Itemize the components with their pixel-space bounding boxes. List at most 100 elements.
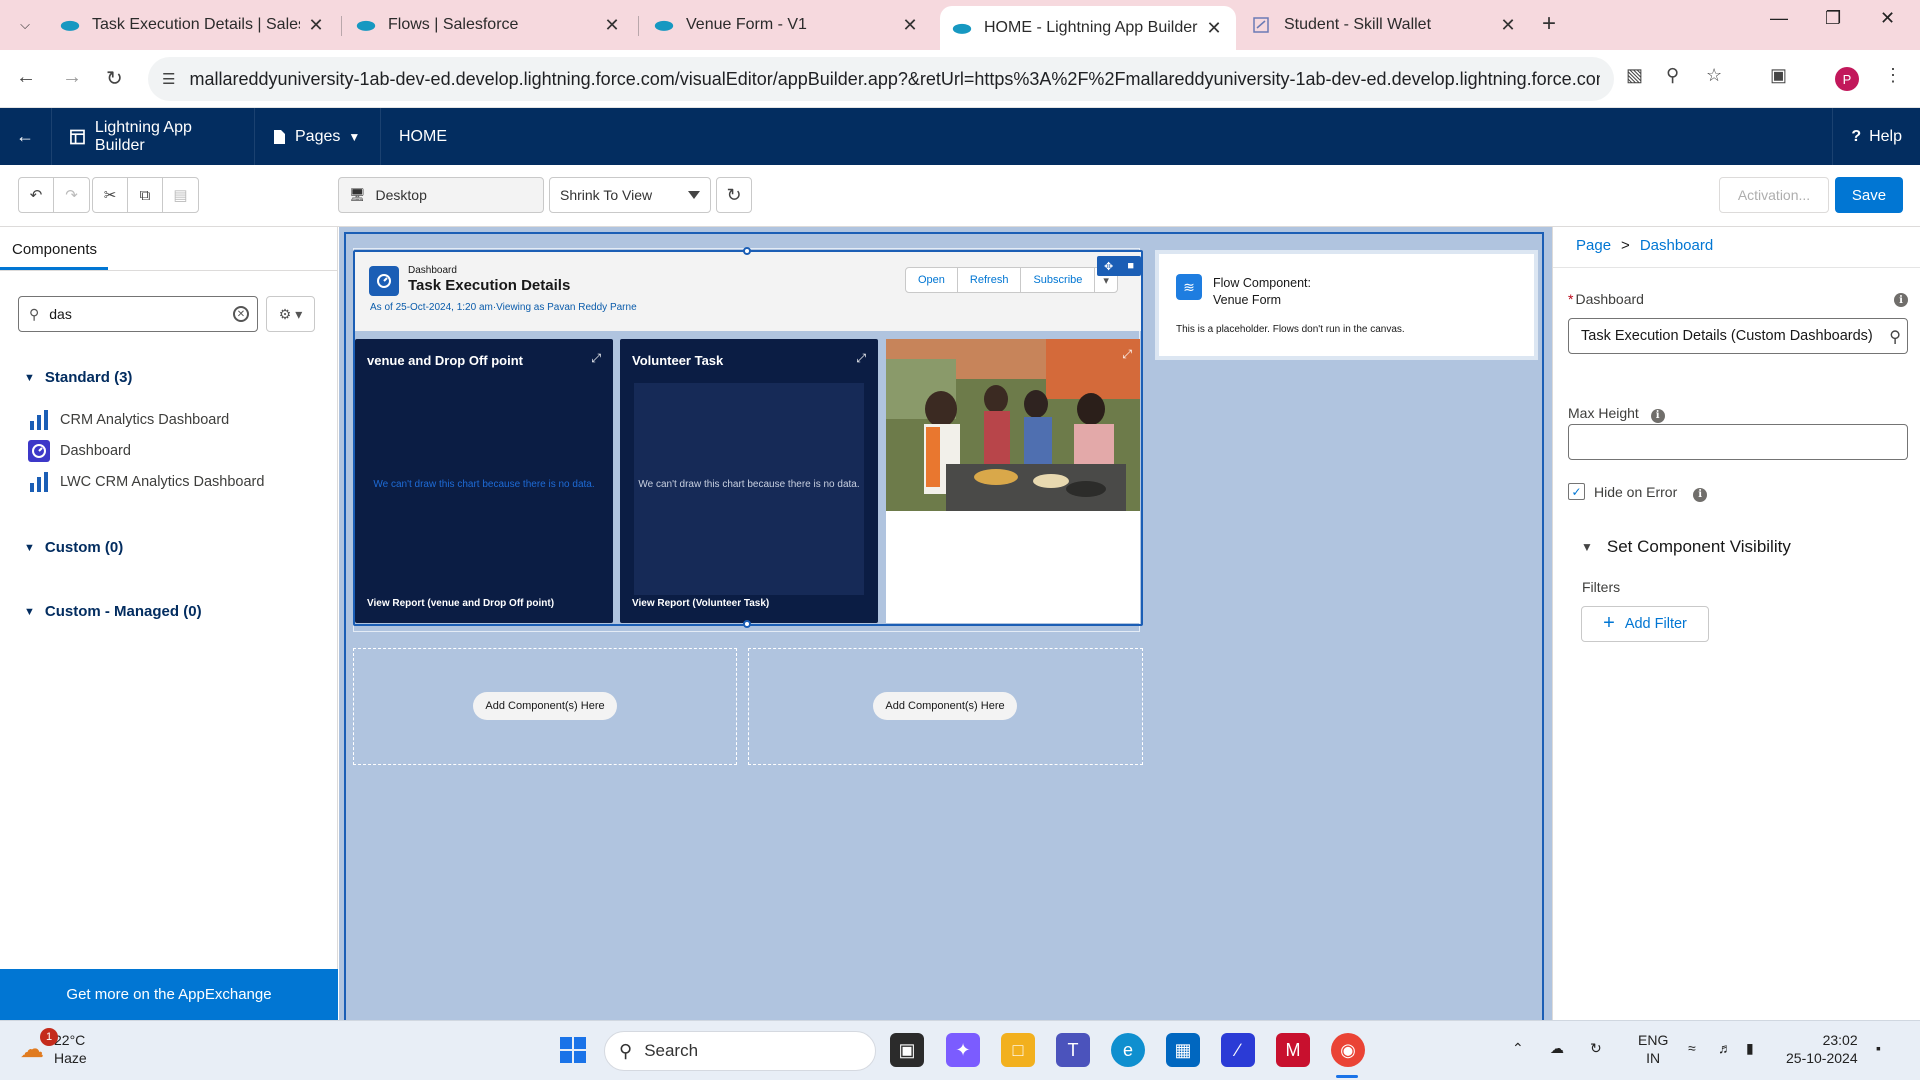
- close-icon[interactable]: ✕: [900, 15, 920, 36]
- section-standard[interactable]: ▼ Standard (3): [24, 369, 132, 386]
- redo-icon[interactable]: ↷: [54, 178, 89, 212]
- zoom-icon[interactable]: ⚲: [1666, 65, 1679, 86]
- close-icon[interactable]: ✕: [306, 15, 326, 36]
- undo-icon[interactable]: ↶: [19, 178, 54, 212]
- help-button[interactable]: ? Help: [1832, 108, 1920, 165]
- component-crm-analytics-dashboard[interactable]: CRM Analytics Dashboard: [28, 409, 229, 431]
- pages-menu[interactable]: Pages ▼: [255, 108, 381, 165]
- copy-icon[interactable]: ⧉: [128, 178, 163, 212]
- dashboard-field-label: * Dashboard: [1568, 291, 1644, 307]
- onedrive-icon[interactable]: ☁: [1550, 1039, 1564, 1057]
- task-view-icon[interactable]: ▣: [890, 1033, 924, 1067]
- new-tab-button[interactable]: +: [1542, 10, 1556, 38]
- flow-component[interactable]: ≋ Flow Component: Venue Form This is a p…: [1155, 250, 1538, 360]
- extensions-icon[interactable]: ▣: [1770, 65, 1787, 86]
- vpn-app-icon[interactable]: ∕: [1221, 1033, 1255, 1067]
- volume-icon[interactable]: ♬: [1718, 1039, 1732, 1057]
- component-visibility-toggle[interactable]: ▼ Set Component Visibility: [1581, 537, 1791, 557]
- section-custom-managed[interactable]: ▼ Custom - Managed (0): [24, 603, 202, 620]
- max-height-input[interactable]: [1568, 424, 1908, 460]
- resize-handle[interactable]: [743, 247, 751, 255]
- refresh-button[interactable]: ↻: [716, 177, 752, 213]
- browser-tab-2[interactable]: Venue Form - V1 ✕: [642, 6, 932, 44]
- section-label: Standard (3): [44, 369, 133, 386]
- activation-button[interactable]: Activation...: [1719, 177, 1829, 213]
- add-filter-button[interactable]: + Add Filter: [1581, 606, 1709, 642]
- minimize-icon[interactable]: —: [1770, 8, 1788, 29]
- device-selector[interactable]: 🖥 Desktop: [338, 177, 544, 213]
- close-icon[interactable]: ✕: [602, 15, 622, 36]
- browser-tab-4[interactable]: Student - Skill Wallet ✕: [1240, 6, 1530, 44]
- notification-bell-icon[interactable]: ▪: [1876, 1039, 1881, 1057]
- site-settings-icon[interactable]: ☰: [162, 70, 175, 88]
- restore-icon[interactable]: ❐: [1825, 8, 1841, 29]
- page-name: HOME: [399, 127, 447, 145]
- appexchange-link[interactable]: Get more on the AppExchange: [0, 969, 338, 1020]
- salesforce-cloud-icon: [952, 23, 972, 34]
- search-icon[interactable]: ⚲: [1889, 327, 1901, 347]
- browser-tab-1[interactable]: Flows | Salesforce ✕: [344, 6, 634, 44]
- taskbar-search[interactable]: ⚲ Search: [604, 1031, 876, 1071]
- back-arrow-icon[interactable]: ←: [16, 66, 36, 89]
- undo-redo-group: ↶ ↷: [18, 177, 90, 213]
- add-component-button[interactable]: Add Component(s) Here: [473, 692, 617, 720]
- checkmark-icon: ✓: [1571, 484, 1582, 499]
- windows-start-icon[interactable]: [556, 1033, 590, 1067]
- browser-tab-strip: ⌵ Task Execution Details | Salesforce ✕ …: [0, 0, 1920, 50]
- component-search-input[interactable]: ⚲ das ✕: [18, 296, 258, 332]
- info-icon[interactable]: i: [1894, 293, 1908, 307]
- tab-search-button[interactable]: ⌵: [10, 11, 40, 39]
- save-button[interactable]: Save: [1835, 177, 1903, 213]
- zoom-select[interactable]: Shrink To View: [549, 177, 711, 213]
- component-lwc-crm-analytics-dashboard[interactable]: LWC CRM Analytics Dashboard: [28, 471, 264, 493]
- cut-icon[interactable]: ✂: [93, 178, 128, 212]
- breadcrumb-current[interactable]: Dashboard: [1640, 237, 1713, 254]
- bookmark-star-icon[interactable]: ☆: [1706, 65, 1722, 86]
- battery-icon[interactable]: ▮: [1746, 1039, 1754, 1057]
- section-label: Custom - Managed (0): [44, 603, 202, 620]
- dashboard-lookup-input[interactable]: Task Execution Details (Custom Dashboard…: [1568, 318, 1908, 354]
- clock[interactable]: 23:02 25-10-2024: [1786, 1031, 1858, 1067]
- close-icon[interactable]: ✕: [1204, 18, 1224, 39]
- section-custom[interactable]: ▼ Custom (0): [24, 539, 123, 556]
- browser-tab-3[interactable]: HOME - Lightning App Builder ✕: [940, 6, 1236, 50]
- close-icon[interactable]: ✕: [1498, 15, 1518, 36]
- teams-icon[interactable]: T: [1056, 1033, 1090, 1067]
- clear-search-icon[interactable]: ✕: [233, 306, 249, 322]
- paste-icon[interactable]: ▤: [163, 178, 198, 212]
- reload-icon[interactable]: ↻: [106, 66, 123, 91]
- move-icon[interactable]: ✥: [1104, 260, 1113, 273]
- forward-arrow-icon[interactable]: →: [62, 66, 82, 89]
- tab-components[interactable]: Components: [12, 241, 97, 258]
- hide-on-error-checkbox[interactable]: ✓: [1568, 483, 1585, 500]
- info-icon[interactable]: i: [1693, 487, 1708, 502]
- document-pen-icon: [1253, 17, 1269, 33]
- browser-tab-0[interactable]: Task Execution Details | Salesforce ✕: [48, 6, 338, 44]
- component-dashboard[interactable]: Dashboard: [28, 440, 131, 462]
- field-label-text: Dashboard: [1575, 291, 1644, 307]
- chevron-up-icon[interactable]: ⌃: [1512, 1039, 1524, 1057]
- resize-handle[interactable]: [743, 620, 751, 628]
- settings-menu-button[interactable]: ⚙ ▾: [266, 296, 315, 332]
- wifi-icon[interactable]: ≈: [1688, 1039, 1696, 1057]
- mcafee-icon[interactable]: M: [1276, 1033, 1310, 1067]
- copilot-icon[interactable]: ✦: [946, 1033, 980, 1067]
- info-icon[interactable]: i: [1650, 408, 1665, 423]
- chrome-icon[interactable]: ◉: [1331, 1033, 1365, 1067]
- edge-icon[interactable]: e: [1111, 1033, 1145, 1067]
- add-component-button[interactable]: Add Component(s) Here: [873, 692, 1017, 720]
- back-button[interactable]: ←: [0, 108, 52, 165]
- app-name: Lightning App Builder: [52, 108, 255, 165]
- close-window-icon[interactable]: ✕: [1880, 8, 1895, 29]
- translate-icon[interactable]: ▧: [1626, 65, 1643, 86]
- address-bar[interactable]: ☰ mallareddyuniversity-1ab-dev-ed.develo…: [148, 57, 1614, 101]
- profile-avatar[interactable]: P: [1835, 67, 1859, 91]
- store-icon[interactable]: ▦: [1166, 1033, 1200, 1067]
- file-explorer-icon[interactable]: □: [1001, 1033, 1035, 1067]
- breadcrumb-page-link[interactable]: Page: [1576, 237, 1611, 254]
- language-indicator[interactable]: ENG IN: [1638, 1031, 1668, 1067]
- trash-icon[interactable]: ■: [1127, 260, 1134, 272]
- kebab-menu-icon[interactable]: ⋮: [1884, 65, 1902, 86]
- tab-divider: [0, 270, 338, 271]
- sync-icon[interactable]: ↻: [1590, 1039, 1602, 1057]
